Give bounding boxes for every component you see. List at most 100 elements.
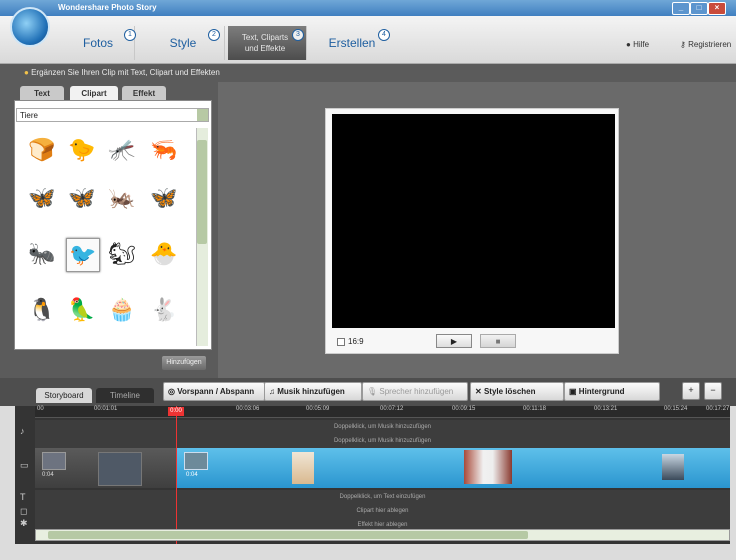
help-label: Hilfe bbox=[633, 40, 650, 49]
play-button[interactable]: ▶ bbox=[436, 334, 472, 348]
step-number-icon: 3 bbox=[292, 29, 304, 41]
seahorse-clipart[interactable]: 🦐 bbox=[148, 134, 180, 166]
window-title: Wondershare Photo Story bbox=[58, 3, 157, 12]
photo-thumbnail[interactable] bbox=[662, 454, 684, 480]
tab-clipart[interactable]: Clipart bbox=[70, 86, 118, 101]
tab-fotos[interactable]: Fotos 1 bbox=[62, 26, 136, 60]
add-clipart-button[interactable]: Hinzufügen bbox=[162, 356, 206, 370]
help-icon: ● bbox=[626, 40, 631, 49]
bird-clipart[interactable]: 🐦 bbox=[66, 238, 100, 272]
register-label: Registrieren bbox=[688, 40, 732, 49]
tab-timeline[interactable]: Timeline bbox=[96, 388, 154, 403]
zoom-out-button[interactable]: − bbox=[704, 382, 722, 400]
ruler-tick: 00:11:18 bbox=[523, 406, 546, 412]
clip-thumbnail[interactable] bbox=[42, 452, 66, 470]
music-icon: ♫ bbox=[269, 387, 275, 396]
step-number-icon: 1 bbox=[124, 29, 136, 41]
register-link[interactable]: ⚷ Registrieren bbox=[680, 40, 731, 49]
tab-style[interactable]: Style 2 bbox=[142, 26, 225, 60]
tab-erstellen[interactable]: Erstellen 4 bbox=[312, 26, 392, 60]
bird-colorful-clipart[interactable]: 🦜 bbox=[66, 294, 98, 326]
tab-erstellen-label: Erstellen bbox=[328, 36, 376, 50]
tab-text-cliparts[interactable]: Text, Cliparts und Effekte 3 bbox=[228, 26, 307, 60]
title-bar: Wondershare Photo Story _ □ × bbox=[0, 0, 736, 16]
clipart-scrollbar-thumb[interactable] bbox=[197, 140, 207, 244]
penguin-clipart[interactable]: 🐧 bbox=[26, 294, 58, 326]
add-music-label: Musik hinzufügen bbox=[277, 387, 345, 396]
video-clip-strip[interactable] bbox=[176, 448, 730, 488]
clip-thumbnail[interactable] bbox=[98, 452, 142, 486]
tab-fotos-label: Fotos bbox=[82, 36, 113, 50]
ratio-checkbox[interactable] bbox=[337, 338, 345, 346]
help-link[interactable]: ● Hilfe bbox=[626, 40, 649, 49]
film-track-icon: ▭ bbox=[20, 460, 29, 470]
add-narration-button[interactable]: 🎙 Sprecher hinzufügen bbox=[362, 382, 468, 401]
clip-thumbnail[interactable] bbox=[184, 452, 208, 470]
bread-clipart[interactable]: 🍞 bbox=[26, 134, 58, 166]
ruler-tick: 00 bbox=[37, 406, 44, 412]
chick-clipart[interactable]: 🐤 bbox=[66, 134, 98, 166]
cupcake-clipart[interactable]: 🧁 bbox=[106, 294, 138, 326]
effect-track-icon: ✱ bbox=[20, 518, 28, 528]
zoom-in-button[interactable]: + bbox=[682, 382, 700, 400]
music-note-icon: ♪ bbox=[20, 426, 25, 436]
category-value: Tiere bbox=[20, 111, 38, 120]
ruler-tick: 00:05:09 bbox=[306, 406, 330, 412]
ruler-tick: 00:17:27 bbox=[706, 406, 730, 412]
dragonfly-yellow-clipart[interactable]: 🦗 bbox=[106, 182, 138, 214]
dog-photo-thumbnail[interactable] bbox=[292, 452, 314, 484]
tab-text[interactable]: Text bbox=[20, 86, 64, 101]
background-button[interactable]: ▣ Hintergrund bbox=[564, 382, 660, 401]
dragonfly-clipart[interactable]: 🦟 bbox=[106, 134, 138, 166]
voiceover-label: Vorspann / Abspann bbox=[177, 387, 255, 396]
music-track[interactable]: Doppelklick, um Musik hinzuzufügen bbox=[35, 420, 730, 435]
chevron-down-icon bbox=[197, 109, 208, 121]
step-navigation: Fotos 1 Style 2 Text, Cliparts und Effek… bbox=[0, 16, 736, 64]
close-icon: ✕ bbox=[475, 387, 482, 396]
zoom-out-icon: − bbox=[710, 385, 716, 395]
ruler-tick: 00:01:01 bbox=[94, 406, 118, 412]
clip-duration: 0:04 bbox=[186, 472, 198, 478]
squirrel-clipart[interactable]: 🐿 bbox=[106, 238, 138, 270]
preview-screen bbox=[332, 114, 615, 328]
timeline-scrollbar-thumb[interactable] bbox=[48, 531, 528, 539]
tab-style-label: Style bbox=[169, 36, 197, 50]
stop-button[interactable]: ■ bbox=[480, 334, 516, 348]
close-button[interactable]: × bbox=[708, 2, 726, 15]
film-icon: ◎ bbox=[168, 387, 175, 396]
step-number-icon: 2 bbox=[208, 29, 220, 41]
chick-nest-clipart[interactable]: 🐣 bbox=[148, 238, 180, 270]
ruler-tick: 00:03:06 bbox=[236, 406, 260, 412]
maximize-button[interactable]: □ bbox=[690, 2, 708, 15]
butterfly-navy-clipart[interactable]: 🦋 bbox=[148, 182, 180, 214]
cat-photo-thumbnail[interactable] bbox=[464, 450, 512, 484]
music-track[interactable]: Doppelklick, um Musik hinzuzufügen bbox=[35, 434, 730, 449]
text-track[interactable]: Doppelklick, um Text einzufügen bbox=[35, 490, 730, 505]
tab-storyboard[interactable]: Storyboard bbox=[36, 388, 92, 403]
ant-clipart[interactable]: 🐜 bbox=[26, 238, 58, 270]
butterfly-blue-clipart[interactable]: 🦋 bbox=[66, 182, 98, 214]
playhead[interactable] bbox=[176, 406, 177, 544]
image-icon: ▣ bbox=[569, 387, 577, 396]
microphone-icon: 🎙 bbox=[367, 387, 378, 396]
voiceover-button[interactable]: ◎ Vorspann / Abspann bbox=[163, 382, 265, 401]
background-label: Hintergrund bbox=[578, 387, 625, 396]
rabbit-clipart[interactable]: 🐇 bbox=[148, 294, 180, 326]
app-logo bbox=[10, 7, 50, 47]
ruler-tick: 00:09:15 bbox=[452, 406, 476, 412]
ratio-label: 16:9 bbox=[348, 337, 364, 346]
butterfly-dark-clipart[interactable]: 🦋 bbox=[26, 182, 58, 214]
step-number-icon: 4 bbox=[378, 29, 390, 41]
tab-effekt[interactable]: Effekt bbox=[122, 86, 166, 101]
category-select[interactable]: Tiere bbox=[16, 108, 209, 122]
delete-style-label: Style löschen bbox=[483, 387, 536, 396]
ruler-tick: 00:15:24 bbox=[664, 406, 688, 412]
delete-style-button[interactable]: ✕ Style löschen bbox=[470, 382, 564, 401]
add-music-button[interactable]: ♫ Musik hinzufügen bbox=[264, 382, 362, 401]
text-track-icon: T bbox=[20, 492, 26, 502]
hint-bar: ● Ergänzen Sie Ihren Clip mit Text, Clip… bbox=[0, 64, 736, 82]
tab-text-label: Text, Cliparts und Effekte bbox=[241, 33, 289, 53]
minimize-button[interactable]: _ bbox=[672, 2, 690, 15]
clipart-track-icon: ◻ bbox=[20, 506, 28, 516]
clipart-track[interactable]: Clipart hier ablegen bbox=[35, 504, 730, 519]
